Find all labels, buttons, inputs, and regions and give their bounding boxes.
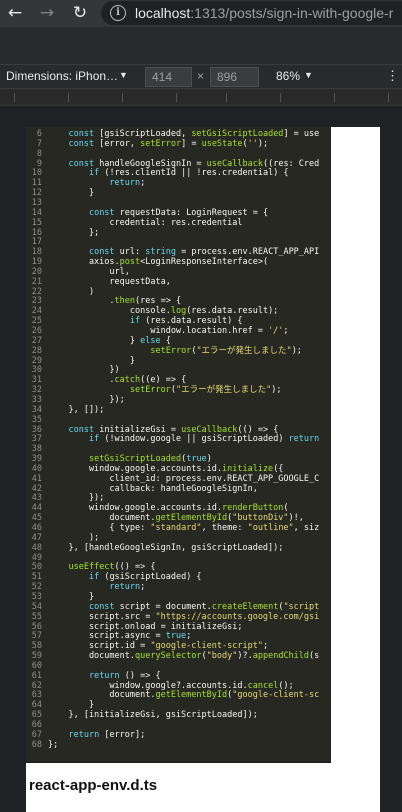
ruler-tick bbox=[280, 93, 281, 102]
code-line: 34 }, []); bbox=[26, 404, 331, 416]
device-toolbar: Dimensions: iPhon… ▼ 414 × 896 86% ▼ ⋮ bbox=[0, 64, 402, 88]
toolbar-divider-area bbox=[0, 27, 402, 64]
line-text: return [error]; bbox=[68, 729, 146, 740]
url-text[interactable]: localhost:1313/posts/sign-in-with-google… bbox=[135, 4, 393, 22]
line-text: const [error, setError] = useState(''); bbox=[68, 138, 269, 149]
ruler-tick bbox=[122, 93, 123, 102]
ruler-tick bbox=[14, 93, 15, 102]
code-line: 7 const [error, setError] = useState('')… bbox=[26, 138, 331, 150]
zoom-dropdown-caret-icon[interactable]: ▼ bbox=[304, 70, 313, 80]
code-block: 6 const [gsiScriptLoaded, setGsiScriptLo… bbox=[26, 127, 331, 763]
ruler-tick bbox=[334, 93, 335, 102]
code-line: 16 }; bbox=[26, 227, 331, 239]
code-line: 55 script.src = "https://accounts.google… bbox=[26, 611, 331, 623]
forward-icon[interactable]: → bbox=[37, 3, 57, 23]
browser-toolbar: ← → ↻ i localhost:1313/posts/sign-in-wit… bbox=[0, 0, 402, 27]
back-icon[interactable]: ← bbox=[5, 3, 25, 23]
line-number: 55 bbox=[31, 611, 42, 622]
device-select[interactable]: Dimensions: iPhon… bbox=[6, 69, 118, 83]
code-line: 65 }, [initializeGsi, gsiScriptLoaded]); bbox=[26, 710, 331, 721]
code-line: 48 }, [handleGoogleSignIn, gsiScriptLoad… bbox=[26, 542, 331, 554]
url-host: localhost bbox=[135, 5, 191, 21]
url-path: :1313/posts/sign-in-with-google-r bbox=[190, 5, 394, 21]
zoom-select[interactable]: 86% bbox=[276, 69, 300, 83]
device-dropdown-caret-icon[interactable]: ▼ bbox=[119, 70, 128, 80]
code-line: 68}; bbox=[26, 739, 331, 751]
code-line: 67 return [error]; bbox=[26, 729, 331, 741]
ruler-tick bbox=[176, 93, 177, 102]
line-text: if (!window.google || gsiScriptLoaded) r… bbox=[88, 434, 320, 445]
info-icon[interactable]: i bbox=[110, 5, 126, 21]
filename-heading: react-app-env.d.ts bbox=[29, 777, 158, 794]
line-text: }, [initializeGsi, gsiScriptLoaded]); bbox=[48, 710, 258, 721]
width-input[interactable]: 414 bbox=[145, 67, 192, 87]
address-bar[interactable]: i localhost:1313/posts/sign-in-with-goog… bbox=[101, 1, 402, 25]
line-text: }; bbox=[48, 227, 100, 238]
reload-icon[interactable]: ↻ bbox=[70, 3, 90, 23]
ruler-tick bbox=[388, 93, 389, 102]
line-text: document.querySelector("body")?.appendCh… bbox=[48, 651, 320, 662]
ruler-tick bbox=[68, 93, 69, 102]
line-number: 15 bbox=[31, 217, 42, 228]
line-text: }, [handleGoogleSignIn, gsiScriptLoaded]… bbox=[48, 542, 284, 553]
times-icon: × bbox=[197, 69, 205, 83]
line-text: credential: res.credential bbox=[48, 217, 243, 228]
line-text: script.src = "https://accounts.google.co… bbox=[48, 611, 320, 622]
line-text: }; bbox=[48, 739, 59, 750]
line-text: }, []); bbox=[48, 404, 105, 415]
more-options-icon[interactable]: ⋮ bbox=[386, 68, 399, 84]
line-number: 68 bbox=[31, 739, 42, 750]
code-line: 12 } bbox=[26, 188, 331, 199]
code-line: 59 document.querySelector("body")?.appen… bbox=[26, 651, 331, 662]
line-number: 35 bbox=[31, 414, 42, 425]
line-text: } bbox=[48, 188, 95, 199]
code-line: 37 if (!window.google || gsiScriptLoaded… bbox=[26, 434, 331, 445]
emulated-viewport: 6 const [gsiScriptLoaded, setGsiScriptLo… bbox=[26, 127, 380, 812]
ruler-tick bbox=[226, 93, 227, 102]
code-line: 15 credential: res.credential bbox=[26, 217, 331, 229]
height-input[interactable]: 896 bbox=[210, 67, 259, 87]
media-query-ruler bbox=[0, 88, 402, 106]
